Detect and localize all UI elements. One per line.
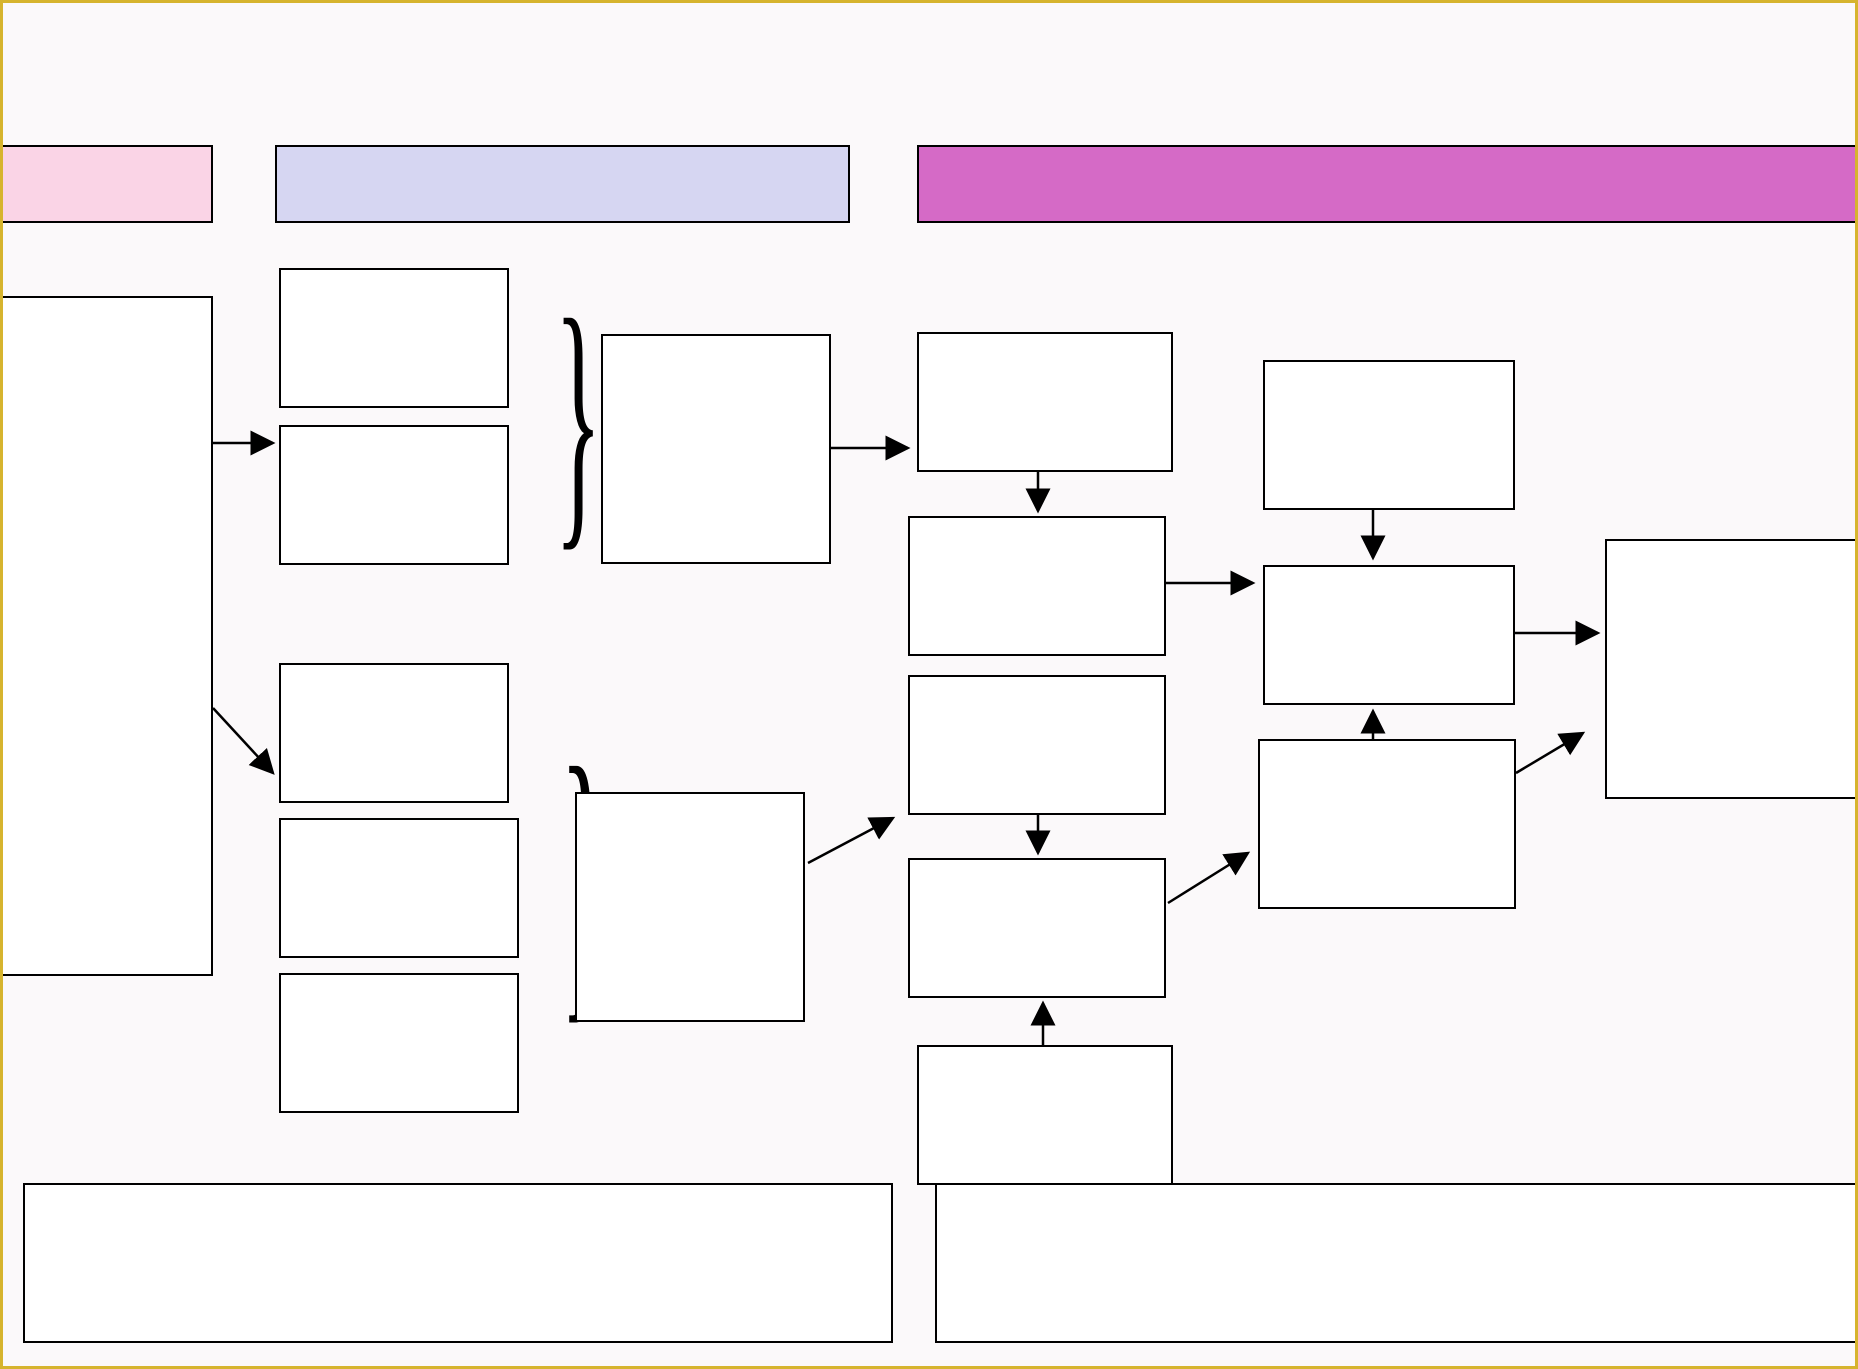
box-col2-e <box>279 973 519 1113</box>
box-col4-c <box>908 675 1166 815</box>
box-col2-b <box>279 425 509 565</box>
diagram-canvas: } } <box>0 0 1858 1369</box>
box-col4-d <box>908 858 1166 998</box>
box-footer-left <box>23 1183 893 1343</box>
box-left-tall <box>3 296 213 976</box>
box-col2-a <box>279 268 509 408</box>
box-right-big <box>1605 539 1858 799</box>
box-col4-a <box>917 332 1173 472</box>
box-col3-top <box>601 334 831 564</box>
header-lavender <box>275 145 850 223</box>
box-footer-right <box>935 1183 1857 1343</box>
box-col5-a <box>1263 360 1515 510</box>
box-col4-e <box>917 1045 1173 1185</box>
brace-top: } <box>555 278 602 558</box>
box-col2-d <box>279 818 519 958</box>
header-magenta <box>917 145 1858 223</box>
box-col2-c <box>279 663 509 803</box>
box-col3-bottom <box>575 792 805 1022</box>
box-col5-c <box>1258 739 1516 909</box>
box-col5-b <box>1263 565 1515 705</box>
header-pink <box>3 145 213 223</box>
box-col4-b <box>908 516 1166 656</box>
